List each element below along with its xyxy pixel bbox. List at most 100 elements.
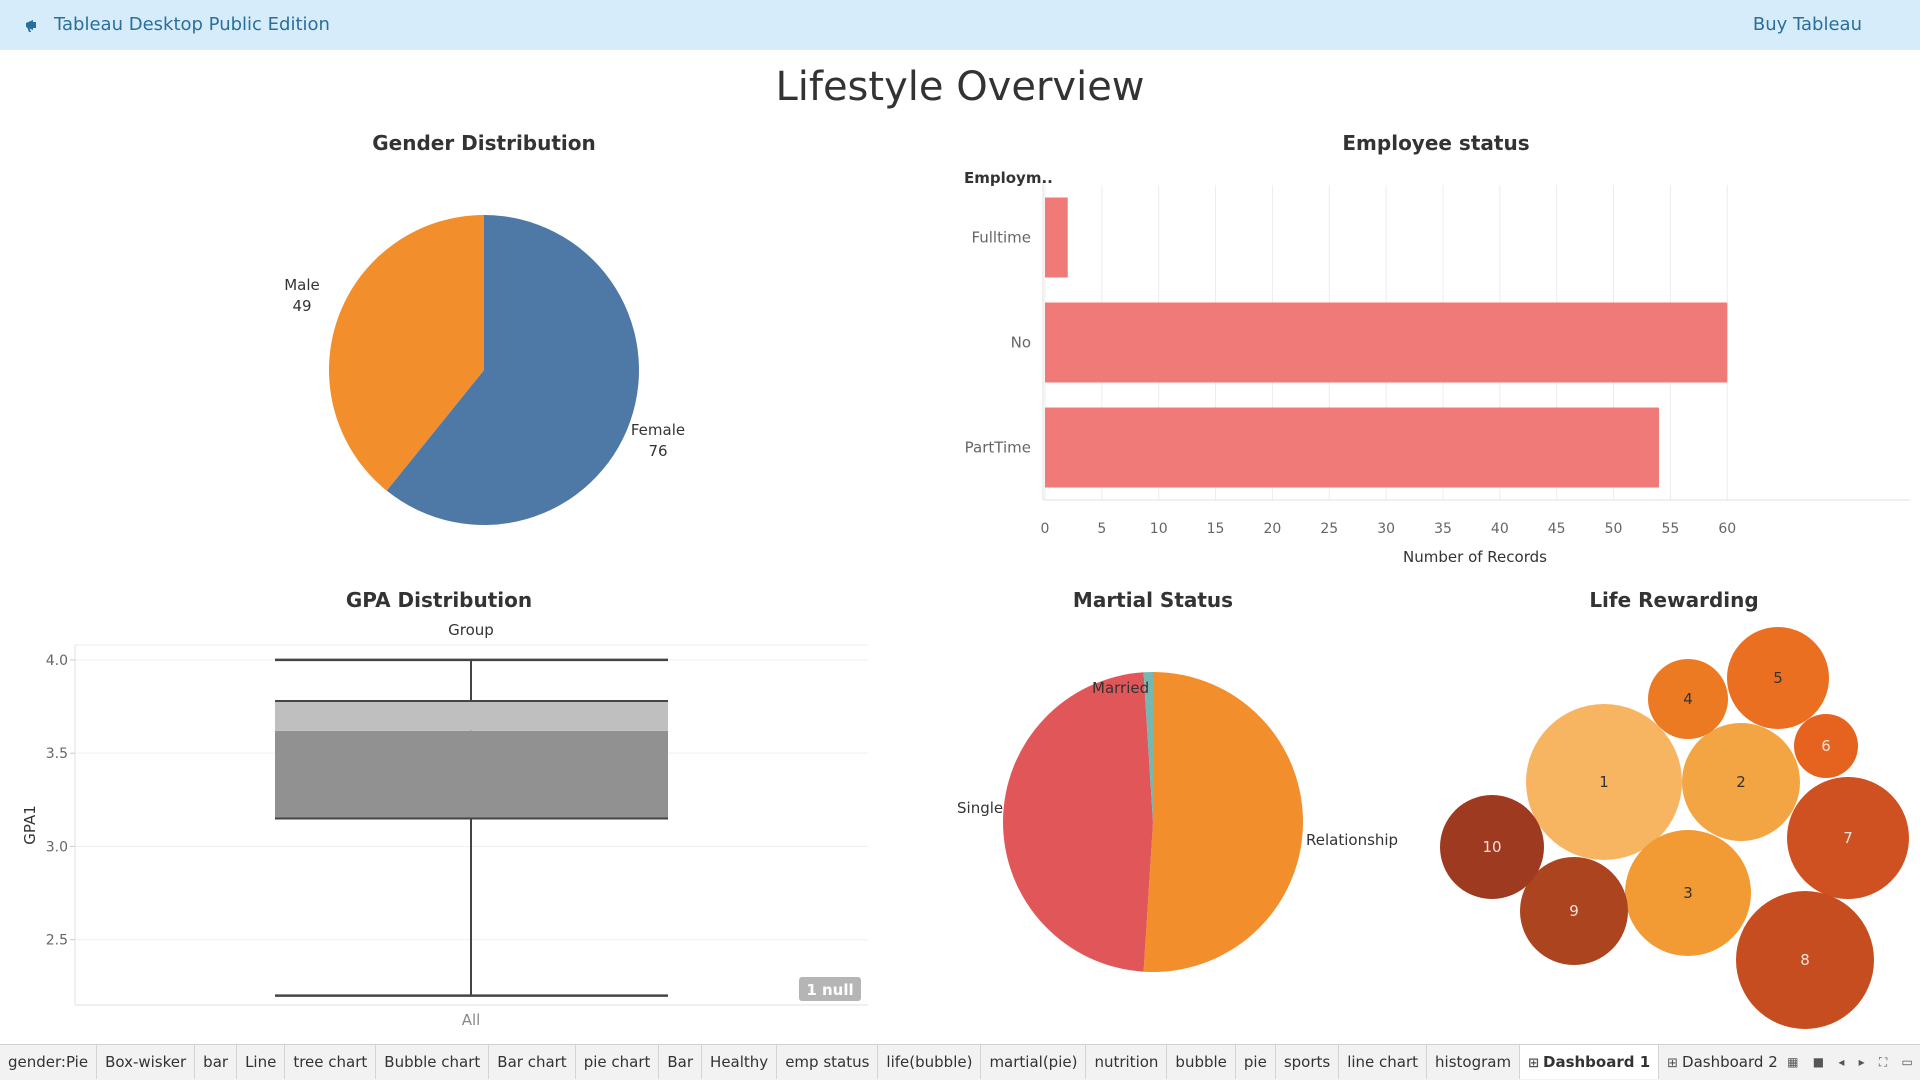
presentation-icon[interactable]: ▭ [1902, 1055, 1913, 1069]
box-upper [275, 700, 668, 731]
slice-label: Single [957, 799, 1003, 817]
null-indicator-label: 1 null [806, 981, 853, 999]
sheet-tab-label: line chart [1347, 1053, 1419, 1071]
sheet-tab-label: Box-wisker [105, 1053, 187, 1071]
sheet-tab[interactable]: Healthy [702, 1045, 778, 1079]
y-axis-header: Employm.. [964, 169, 1053, 187]
sheet-tab-label: bar [203, 1053, 229, 1071]
gender-chart-title: Gender Distribution [372, 131, 596, 155]
y-tick-label: 2.5 [46, 933, 68, 949]
sheet-tab[interactable]: martial(pie) [981, 1045, 1087, 1079]
sheet-tab-label: Dashboard 1 [1543, 1053, 1651, 1071]
sheet-tab-label: pie [1243, 1053, 1267, 1071]
sheet-tab-label: tree chart [293, 1053, 368, 1071]
x-tick-label: 5 [1097, 521, 1106, 537]
y-tick-label: 3.5 [46, 746, 68, 762]
sheet-tab[interactable]: histogram [1427, 1045, 1521, 1079]
x-tick-label: 35 [1434, 521, 1452, 537]
bubble-label: 4 [1683, 690, 1693, 708]
sheet-tab[interactable]: Bar chart [489, 1045, 576, 1079]
bubble-label: 9 [1569, 902, 1579, 920]
gpa-box-chart: Group 4.0 3.5 3.0 2.5 GPA1 All 1 null [21, 621, 868, 1029]
x-tick-label: 50 [1605, 521, 1623, 537]
slice-label: Female [631, 421, 685, 439]
sheet-tab[interactable]: emp status [777, 1045, 879, 1079]
x-tick-label: 15 [1207, 521, 1225, 537]
bubble-label: 3 [1683, 884, 1693, 902]
sheet-tab[interactable]: nutrition [1086, 1045, 1168, 1079]
marital-pie-chart: Relationship Single Married [957, 672, 1398, 972]
sheet-tab-label: Healthy [710, 1053, 769, 1071]
slice-value: 49 [292, 297, 311, 315]
fullscreen-icon[interactable]: ⛶ [1879, 1055, 1887, 1070]
sheet-tab[interactable]: line chart [1339, 1045, 1428, 1079]
sheet-tab-label: nutrition [1094, 1053, 1159, 1071]
gpa-chart-title: GPA Distribution [345, 588, 533, 612]
buy-tableau-link[interactable]: Buy Tableau [1753, 14, 1862, 35]
sheet-tab[interactable]: bubble [1167, 1045, 1236, 1079]
sheet-tab[interactable]: bar [195, 1045, 238, 1079]
sheet-tab-label: Bubble chart [384, 1053, 481, 1071]
sheet-tab[interactable]: pie chart [576, 1045, 660, 1079]
sheet-tab[interactable]: Line [237, 1045, 286, 1079]
pie-slice-relationship [1143, 672, 1304, 972]
tab-controls: ▦ ■ ◂ ▸ ⛶ ▭ [1780, 1045, 1920, 1079]
box-lower [275, 730, 668, 819]
sheet-tab[interactable]: Box-wisker [97, 1045, 196, 1079]
sheet-tab[interactable]: sports [1276, 1045, 1340, 1079]
x-category-label: All [462, 1011, 481, 1029]
sheet-tab[interactable]: ⊞ Dashboard 1 [1520, 1045, 1660, 1079]
top-bar: Tableau Desktop Public Edition Buy Table… [0, 0, 1920, 50]
bar-parttime [1045, 407, 1660, 488]
bubble-label: 7 [1843, 829, 1853, 847]
sheet-tab[interactable]: pie [1236, 1045, 1276, 1079]
sheet-tab[interactable]: gender:Pie [0, 1045, 98, 1079]
y-category-label: PartTime [965, 439, 1031, 457]
sheet-tab[interactable]: life(bubble) [878, 1045, 982, 1079]
marital-chart-title: Martial Status [1072, 588, 1234, 612]
y-tick-label: 4.0 [46, 653, 68, 669]
scroll-right-icon[interactable]: ▸ [1859, 1055, 1865, 1069]
y-tick-label: 3.0 [46, 839, 68, 855]
column-header: Group [448, 621, 494, 639]
bubble-label: 2 [1736, 773, 1746, 791]
x-axis-title: Number of Records [1403, 548, 1547, 566]
sheet-tab-label: sports [1283, 1053, 1331, 1071]
sheet-tab-label: emp status [785, 1053, 870, 1071]
bubble-label: 10 [1482, 838, 1501, 856]
life-chart-title: Life Rewarding [1589, 588, 1759, 612]
x-tick-label: 20 [1264, 521, 1282, 537]
x-tick-label: 60 [1718, 521, 1736, 537]
bar-fulltime [1045, 197, 1068, 278]
x-tick-label: 55 [1661, 521, 1679, 537]
sheet-tab-label: martial(pie) [989, 1053, 1078, 1071]
employee-chart-title: Employee status [1342, 131, 1530, 155]
filmstrip-icon[interactable]: ■ [1813, 1055, 1824, 1069]
sheet-tab-label: gender:Pie [8, 1053, 89, 1071]
sheet-tab-label: Dashboard 2 [1682, 1053, 1778, 1071]
sheet-tab[interactable]: Bar [659, 1045, 703, 1079]
sheet-tab-label: pie chart [583, 1053, 651, 1071]
dashboard-icon: ⊞ [1528, 1056, 1539, 1071]
sheet-tab-label: Bar chart [497, 1053, 567, 1071]
pie-slice-single [1003, 672, 1153, 972]
sheet-tab[interactable]: Bubble chart [376, 1045, 490, 1079]
scroll-left-icon[interactable]: ◂ [1838, 1055, 1844, 1069]
sheet-tab-label: life(bubble) [886, 1053, 973, 1071]
sheet-tab[interactable]: ⊞ Dashboard 2 [1659, 1045, 1787, 1079]
sheet-tab-bar: gender:Pie Box-wisker bar Line tree chart Bub… [0, 1044, 1920, 1080]
y-category-label: Fulltime [971, 229, 1031, 247]
null-indicator[interactable]: 1 null [799, 977, 861, 1001]
slice-label: Relationship [1306, 831, 1398, 849]
y-category-label: No [1011, 334, 1031, 352]
bar-no [1045, 302, 1728, 383]
bubble-label: 1 [1599, 773, 1609, 791]
sheet-tab[interactable]: tree chart [285, 1045, 377, 1079]
grid-view-icon[interactable]: ▦ [1787, 1055, 1798, 1069]
employee-bar-chart: 0 5 10 15 20 25 30 35 40 45 50 55 60 Fulltime No PartTi… [964, 169, 1910, 566]
slice-label: Male [284, 276, 320, 294]
y-axis-title: GPA1 [21, 805, 39, 845]
x-tick-label: 0 [1041, 521, 1050, 537]
megaphone-icon [26, 20, 36, 32]
gender-pie-chart: Female 76 Male 49 [284, 215, 685, 525]
